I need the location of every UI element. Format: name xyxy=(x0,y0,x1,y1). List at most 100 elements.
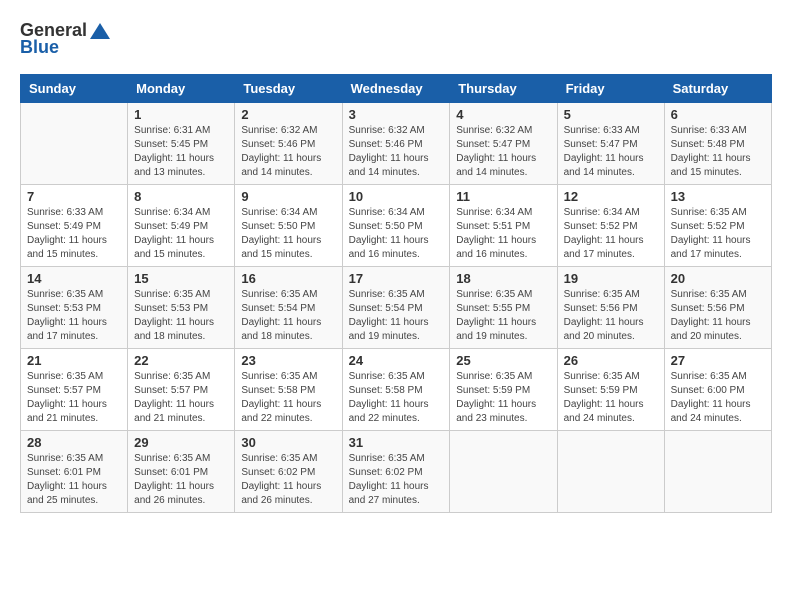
day-info: Sunrise: 6:35 AMSunset: 5:57 PMDaylight:… xyxy=(134,370,228,426)
day-cell: 7 Sunrise: 6:33 AMSunset: 5:49 PMDaylight… xyxy=(21,185,128,267)
logo-icon xyxy=(89,22,111,40)
day-cell: 11Sunrise: 6:34 AMSunset: 5:51 PMDayligh… xyxy=(450,185,557,267)
day-info: Sunrise: 6:31 AMSunset: 5:45 PMDaylight:… xyxy=(134,124,228,180)
weekday-header-monday: Monday xyxy=(128,75,235,103)
day-cell: 25 Sunrise: 6:35 AMSunset: 5:59 PMDayligh… xyxy=(450,349,557,431)
day-cell: 6 Sunrise: 6:33 AMSunset: 5:48 PMDaylight… xyxy=(664,103,771,185)
day-number: 15 xyxy=(134,271,228,286)
week-row-3: 14 Sunrise: 6:35 AMSunset: 5:53 PMDayligh… xyxy=(21,267,772,349)
day-cell: 19 Sunrise: 6:35 AMSunset: 5:56 PMDayligh… xyxy=(557,267,664,349)
day-info: Sunrise: 6:35 AMSunset: 5:53 PMDaylight:… xyxy=(27,288,121,344)
day-cell xyxy=(450,431,557,513)
day-info: Sunrise: 6:35 AMSunset: 5:54 PMDaylight:… xyxy=(349,288,444,344)
day-info: Sunrise: 6:32 AMSunset: 5:46 PMDaylight:… xyxy=(349,124,444,180)
day-number: 19 xyxy=(564,271,658,286)
day-info: Sunrise: 6:33 AMSunset: 5:49 PMDaylight:… xyxy=(27,206,121,262)
day-info: Sunrise: 6:34 AMSunset: 5:50 PMDaylight:… xyxy=(241,206,335,262)
day-cell: 20Sunrise: 6:35 AMSunset: 5:56 PMDayligh… xyxy=(664,267,771,349)
day-cell xyxy=(21,103,128,185)
day-info: Sunrise: 6:35 AMSunset: 5:58 PMDaylight:… xyxy=(241,370,335,426)
week-row-5: 28Sunrise: 6:35 AMSunset: 6:01 PMDayligh… xyxy=(21,431,772,513)
day-info: Sunrise: 6:35 AMSunset: 5:56 PMDaylight:… xyxy=(564,288,658,344)
day-number: 1 xyxy=(134,107,228,122)
header: General Blue xyxy=(20,20,772,58)
logo-blue: Blue xyxy=(20,37,59,58)
day-number: 23 xyxy=(241,353,335,368)
day-number: 2 xyxy=(241,107,335,122)
day-number: 24 xyxy=(349,353,444,368)
day-number: 12 xyxy=(564,189,658,204)
day-cell: 10Sunrise: 6:34 AMSunset: 5:50 PMDayligh… xyxy=(342,185,450,267)
weekday-header-friday: Friday xyxy=(557,75,664,103)
day-cell: 17 Sunrise: 6:35 AMSunset: 5:54 PMDayligh… xyxy=(342,267,450,349)
weekday-header-wednesday: Wednesday xyxy=(342,75,450,103)
week-row-4: 21 Sunrise: 6:35 AMSunset: 5:57 PMDayligh… xyxy=(21,349,772,431)
day-info: Sunrise: 6:35 AMSunset: 5:54 PMDaylight:… xyxy=(241,288,335,344)
weekday-header-sunday: Sunday xyxy=(21,75,128,103)
day-cell: 28Sunrise: 6:35 AMSunset: 6:01 PMDayligh… xyxy=(21,431,128,513)
weekday-header-tuesday: Tuesday xyxy=(235,75,342,103)
day-cell xyxy=(557,431,664,513)
day-info: Sunrise: 6:35 AMSunset: 6:01 PMDaylight:… xyxy=(134,452,228,508)
day-cell: 1 Sunrise: 6:31 AMSunset: 5:45 PMDaylight… xyxy=(128,103,235,185)
day-info: Sunrise: 6:33 AMSunset: 5:48 PMDaylight:… xyxy=(671,124,765,180)
day-info: Sunrise: 6:35 AMSunset: 5:59 PMDaylight:… xyxy=(456,370,550,426)
day-cell: 3 Sunrise: 6:32 AMSunset: 5:46 PMDaylight… xyxy=(342,103,450,185)
day-info: Sunrise: 6:32 AMSunset: 5:46 PMDaylight:… xyxy=(241,124,335,180)
day-cell: 2 Sunrise: 6:32 AMSunset: 5:46 PMDaylight… xyxy=(235,103,342,185)
day-info: Sunrise: 6:35 AMSunset: 5:53 PMDaylight:… xyxy=(134,288,228,344)
day-cell: 27 Sunrise: 6:35 AMSunset: 6:00 PMDayligh… xyxy=(664,349,771,431)
day-cell: 4Sunrise: 6:32 AMSunset: 5:47 PMDaylight… xyxy=(450,103,557,185)
day-cell: 18 Sunrise: 6:35 AMSunset: 5:55 PMDayligh… xyxy=(450,267,557,349)
day-cell: 21 Sunrise: 6:35 AMSunset: 5:57 PMDayligh… xyxy=(21,349,128,431)
day-info: Sunrise: 6:34 AMSunset: 5:52 PMDaylight:… xyxy=(564,206,658,262)
day-cell xyxy=(664,431,771,513)
day-info: Sunrise: 6:35 AMSunset: 5:58 PMDaylight:… xyxy=(349,370,444,426)
day-number: 7 xyxy=(27,189,121,204)
day-cell: 31Sunrise: 6:35 AMSunset: 6:02 PMDayligh… xyxy=(342,431,450,513)
day-info: Sunrise: 6:35 AMSunset: 6:01 PMDaylight:… xyxy=(27,452,121,508)
day-info: Sunrise: 6:35 AMSunset: 5:52 PMDaylight:… xyxy=(671,206,765,262)
day-info: Sunrise: 6:33 AMSunset: 5:47 PMDaylight:… xyxy=(564,124,658,180)
day-info: Sunrise: 6:34 AMSunset: 5:49 PMDaylight:… xyxy=(134,206,228,262)
weekday-header-saturday: Saturday xyxy=(664,75,771,103)
day-number: 14 xyxy=(27,271,121,286)
calendar-table: SundayMondayTuesdayWednesdayThursdayFrid… xyxy=(20,74,772,513)
day-cell: 13 Sunrise: 6:35 AMSunset: 5:52 PMDayligh… xyxy=(664,185,771,267)
day-info: Sunrise: 6:35 AMSunset: 5:57 PMDaylight:… xyxy=(27,370,121,426)
day-number: 11 xyxy=(456,189,550,204)
day-cell: 16 Sunrise: 6:35 AMSunset: 5:54 PMDayligh… xyxy=(235,267,342,349)
day-cell: 29Sunrise: 6:35 AMSunset: 6:01 PMDayligh… xyxy=(128,431,235,513)
day-cell: 8 Sunrise: 6:34 AMSunset: 5:49 PMDaylight… xyxy=(128,185,235,267)
day-number: 16 xyxy=(241,271,335,286)
day-number: 3 xyxy=(349,107,444,122)
day-number: 18 xyxy=(456,271,550,286)
day-number: 21 xyxy=(27,353,121,368)
day-number: 27 xyxy=(671,353,765,368)
day-info: Sunrise: 6:35 AMSunset: 6:00 PMDaylight:… xyxy=(671,370,765,426)
day-cell: 5 Sunrise: 6:33 AMSunset: 5:47 PMDaylight… xyxy=(557,103,664,185)
day-number: 10 xyxy=(349,189,444,204)
day-info: Sunrise: 6:35 AMSunset: 5:55 PMDaylight:… xyxy=(456,288,550,344)
day-number: 17 xyxy=(349,271,444,286)
day-cell: 14 Sunrise: 6:35 AMSunset: 5:53 PMDayligh… xyxy=(21,267,128,349)
day-cell: 30 Sunrise: 6:35 AMSunset: 6:02 PMDayligh… xyxy=(235,431,342,513)
day-number: 8 xyxy=(134,189,228,204)
day-info: Sunrise: 6:35 AMSunset: 5:56 PMDaylight:… xyxy=(671,288,765,344)
day-cell: 26Sunrise: 6:35 AMSunset: 5:59 PMDayligh… xyxy=(557,349,664,431)
day-info: Sunrise: 6:35 AMSunset: 5:59 PMDaylight:… xyxy=(564,370,658,426)
day-cell: 15 Sunrise: 6:35 AMSunset: 5:53 PMDayligh… xyxy=(128,267,235,349)
day-number: 22 xyxy=(134,353,228,368)
day-number: 30 xyxy=(241,435,335,450)
day-number: 5 xyxy=(564,107,658,122)
weekday-header-thursday: Thursday xyxy=(450,75,557,103)
day-info: Sunrise: 6:35 AMSunset: 6:02 PMDaylight:… xyxy=(241,452,335,508)
day-cell: 12 Sunrise: 6:34 AMSunset: 5:52 PMDayligh… xyxy=(557,185,664,267)
day-number: 13 xyxy=(671,189,765,204)
day-number: 25 xyxy=(456,353,550,368)
day-number: 6 xyxy=(671,107,765,122)
week-row-1: 1 Sunrise: 6:31 AMSunset: 5:45 PMDaylight… xyxy=(21,103,772,185)
week-row-2: 7 Sunrise: 6:33 AMSunset: 5:49 PMDaylight… xyxy=(21,185,772,267)
day-info: Sunrise: 6:32 AMSunset: 5:47 PMDaylight:… xyxy=(456,124,550,180)
weekday-header-row: SundayMondayTuesdayWednesdayThursdayFrid… xyxy=(21,75,772,103)
